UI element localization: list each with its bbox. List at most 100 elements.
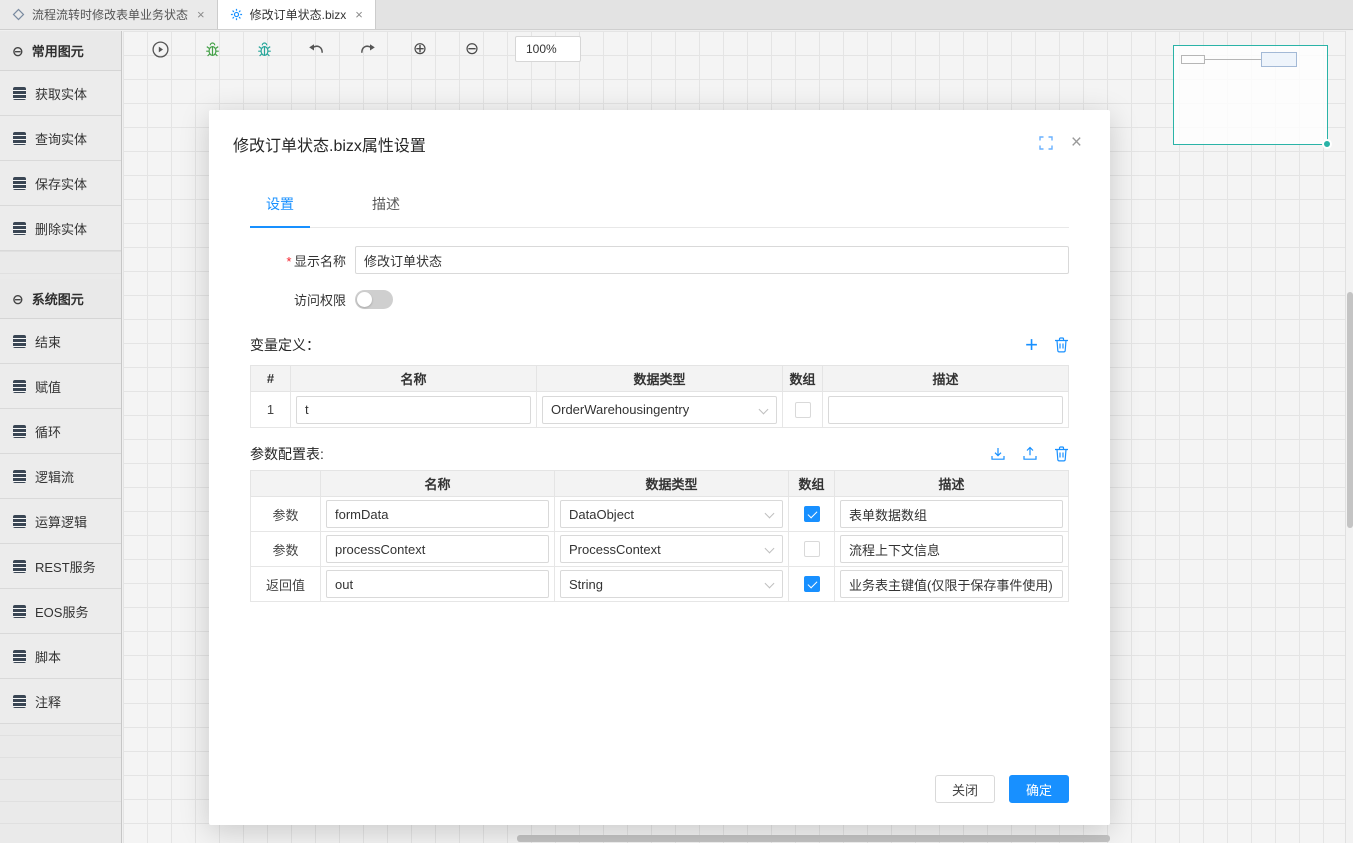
param-type-select[interactable]: DataObject	[560, 500, 783, 528]
sidebar-item-label: 逻辑流	[35, 467, 74, 486]
sidebar-item-label: REST服务	[35, 557, 96, 576]
minimap-node	[1261, 52, 1297, 67]
close-button[interactable]: 关闭	[935, 775, 995, 803]
minimap[interactable]	[1173, 45, 1328, 145]
zoom-out-icon[interactable]: ⊖	[463, 40, 481, 58]
script-icon	[13, 650, 26, 663]
variables-section-label: 变量定义：	[250, 335, 320, 355]
params-section-head: 参数配置表:	[250, 444, 1069, 464]
sidebar-item-label: 赋值	[35, 377, 61, 396]
undo-icon[interactable]	[307, 40, 325, 58]
minimap-resize-handle[interactable]	[1322, 139, 1332, 149]
array-checkbox[interactable]	[804, 541, 820, 557]
sidebar-item-comment[interactable]: 注释	[0, 679, 121, 724]
table-header-row: 名称 数据类型 数组 描述	[251, 471, 1069, 497]
redo-icon[interactable]	[359, 40, 377, 58]
assign-icon	[13, 380, 26, 393]
end-icon	[13, 335, 26, 348]
sidebar-item-eos-service[interactable]: EOS服务	[0, 589, 121, 634]
table-row: 返回值 String	[251, 567, 1069, 602]
sidebar-item-script[interactable]: 脚本	[0, 634, 121, 679]
param-desc-input[interactable]	[840, 570, 1063, 598]
close-icon[interactable]: ×	[1071, 136, 1082, 150]
access-toggle[interactable]	[355, 290, 393, 309]
sidebar-item-rest-service[interactable]: REST服务	[0, 544, 121, 589]
variables-table: # 名称 数据类型 数组 描述 1 OrderWarehousingentry	[250, 365, 1069, 428]
minimap-node	[1181, 55, 1205, 64]
sidebar-item-get-entity[interactable]: 获取实体	[0, 71, 121, 116]
variable-type-select[interactable]: OrderWarehousingentry	[542, 396, 777, 424]
close-icon[interactable]: ×	[197, 8, 205, 21]
sidebar-item-label: 注释	[35, 692, 61, 711]
row-index: 1	[251, 392, 291, 428]
get-entity-icon	[13, 87, 26, 100]
param-desc-input[interactable]	[840, 500, 1063, 528]
sidebar-item-end[interactable]: 结束	[0, 319, 121, 364]
variable-type-value: OrderWarehousingentry	[551, 402, 689, 417]
param-name-input[interactable]	[326, 570, 549, 598]
import-params-icon[interactable]	[990, 446, 1006, 462]
sidebar-item-query-entity[interactable]: 查询实体	[0, 116, 121, 161]
zoom-in-icon[interactable]: ⊕	[411, 40, 429, 58]
display-name-label: *显示名称	[250, 251, 346, 270]
delete-params-icon[interactable]	[1054, 446, 1069, 462]
fullscreen-icon[interactable]	[1039, 136, 1053, 150]
access-label: 访问权限	[250, 290, 346, 309]
sidebar-item-assign[interactable]: 赋值	[0, 364, 121, 409]
col-type: 数据类型	[555, 471, 789, 497]
properties-dialog: 修改订单状态.bizx属性设置 × 设置 描述 *显示名称 访问权限 变	[209, 110, 1110, 825]
params-section-label: 参数配置表:	[250, 444, 324, 464]
sidebar-item-label: 保存实体	[35, 174, 87, 193]
tab-description[interactable]: 描述	[356, 194, 416, 227]
param-type-select[interactable]: String	[560, 570, 783, 598]
sidebar-group-label: 常用图元	[32, 41, 84, 60]
close-icon[interactable]: ×	[355, 8, 363, 21]
add-variable-icon[interactable]: +	[1025, 337, 1038, 353]
tab-settings[interactable]: 设置	[250, 194, 310, 228]
param-name-input[interactable]	[326, 535, 549, 563]
array-checkbox[interactable]	[804, 506, 820, 522]
dialog-tabs: 设置 描述	[250, 194, 1069, 228]
param-type-value: String	[569, 577, 603, 592]
sidebar-item-logic-flow[interactable]: 逻辑流	[0, 454, 121, 499]
param-type-select[interactable]: ProcessContext	[560, 535, 783, 563]
param-desc-input[interactable]	[840, 535, 1063, 563]
display-name-input[interactable]	[355, 246, 1069, 274]
step-debug-bug-icon[interactable]	[255, 40, 273, 58]
array-checkbox[interactable]	[795, 402, 811, 418]
horizontal-scrollbar[interactable]	[517, 835, 1110, 842]
export-params-icon[interactable]	[1022, 446, 1038, 462]
sidebar-group-label: 系统图元	[32, 289, 84, 308]
vertical-scrollbar[interactable]	[1347, 292, 1353, 528]
sidebar-item-save-entity[interactable]: 保存实体	[0, 161, 121, 206]
sidebar-group-common[interactable]: ⊖ 常用图元	[0, 31, 121, 71]
variable-name-input[interactable]	[296, 396, 531, 424]
toggle-knob	[357, 292, 372, 307]
logic-flow-icon	[13, 470, 26, 483]
tab-process-flow[interactable]: 流程流转时修改表单业务状态 ×	[0, 0, 218, 29]
gear-icon	[230, 8, 243, 21]
sidebar-item-calc-logic[interactable]: 运算逻辑	[0, 499, 121, 544]
dialog-title: 修改订单状态.bizx属性设置	[233, 136, 426, 158]
col-array: 数组	[789, 471, 835, 497]
tab-label: 流程流转时修改表单业务状态	[32, 6, 188, 23]
tab-modify-order-status[interactable]: 修改订单状态.bizx ×	[218, 0, 376, 29]
sidebar-group-system[interactable]: ⊖ 系统图元	[0, 279, 121, 319]
debug-bug-icon[interactable]	[203, 40, 221, 58]
access-row: 访问权限	[250, 290, 1069, 309]
sidebar-item-loop[interactable]: 循环	[0, 409, 121, 454]
table-row: 参数 DataObject	[251, 497, 1069, 532]
loop-icon	[13, 425, 26, 438]
sidebar-item-delete-entity[interactable]: 删除实体	[0, 206, 121, 251]
ok-button[interactable]: 确定	[1009, 775, 1069, 803]
zoom-level-input[interactable]: 100%	[515, 36, 581, 62]
col-name: 名称	[321, 471, 555, 497]
variable-desc-input[interactable]	[828, 396, 1063, 424]
array-checkbox[interactable]	[804, 576, 820, 592]
delete-variable-icon[interactable]	[1054, 337, 1069, 353]
sidebar-item-label: 循环	[35, 422, 61, 441]
eos-service-icon	[13, 605, 26, 618]
param-name-input[interactable]	[326, 500, 549, 528]
run-button[interactable]	[151, 40, 169, 58]
param-kind: 参数	[251, 532, 321, 567]
